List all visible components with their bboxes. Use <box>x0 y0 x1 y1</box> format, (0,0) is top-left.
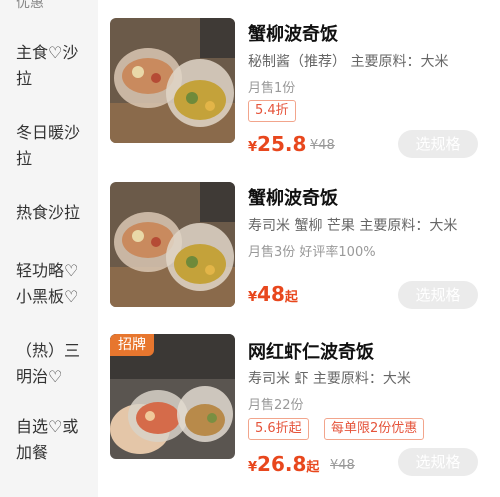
sidebar-item-label: 拉 <box>16 69 33 88</box>
select-spec-button[interactable]: 选规格 <box>398 130 478 158</box>
sidebar-item-winter-salad[interactable]: 冬日暖沙 拉 <box>0 120 98 172</box>
product-description: 寿司米 虾 主要原料：大米 <box>248 371 411 387</box>
product-list: 蟹柳波奇饭 秘制酱（推荐） 主要原料：大米 月售1份 5.4折 ¥25.8 ¥4… <box>98 0 500 497</box>
category-sidebar: 优惠 主食♡沙 拉 冬日暖沙 拉 热食沙拉 轻功略♡ 小黑板♡ （热）三 明治♡… <box>0 0 98 497</box>
product-title: 蟹柳波奇饭 <box>248 24 338 45</box>
sidebar-item-label: 明治♡ <box>16 367 63 386</box>
product-description: 寿司米 蟹柳 芒果 主要原料：大米 <box>248 218 458 234</box>
product-sales: 月售1份 <box>248 81 296 96</box>
sidebar-item-label: 小黑板♡ <box>16 287 79 306</box>
product-sales: 月售3份 好评率100% <box>248 245 376 260</box>
sidebar-item-partial[interactable]: 优惠 <box>0 0 98 16</box>
product-price: ¥48起 <box>248 282 298 306</box>
product-title: 网红虾仁波奇饭 <box>248 342 374 363</box>
original-price: ¥48 <box>310 138 335 153</box>
product-card[interactable]: 蟹柳波奇饭 寿司米 蟹柳 芒果 主要原料：大米 月售3份 好评率100% ¥48… <box>98 182 500 342</box>
sidebar-item-label: 拉 <box>16 149 33 168</box>
sidebar-item-label: 加餐 <box>16 443 49 462</box>
product-photo[interactable] <box>110 182 235 307</box>
discount-tag: 5.6折起 <box>248 418 309 440</box>
sidebar-item-staple-salad[interactable]: 主食♡沙 拉 <box>0 40 98 92</box>
signature-badge: 招牌 <box>110 334 154 356</box>
sidebar-item-custom[interactable]: 自选♡或 加餐 <box>0 414 98 466</box>
product-price: ¥25.8 <box>248 132 307 156</box>
sidebar-item-label: 主食♡沙 <box>16 43 79 62</box>
sidebar-item-hot-salad[interactable]: 热食沙拉 <box>0 200 98 226</box>
sidebar-item-sandwich[interactable]: （热）三 明治♡ <box>0 338 98 390</box>
discount-tag: 5.4折 <box>248 100 296 122</box>
sidebar-item-label: 自选♡或 <box>16 417 79 436</box>
product-photo[interactable]: 招牌 <box>110 334 235 459</box>
sidebar-item-label: 轻功略♡ <box>16 261 79 280</box>
sidebar-item-label: 热食沙拉 <box>16 203 81 222</box>
product-description: 秘制酱（推荐） 主要原料：大米 <box>248 54 449 70</box>
product-card[interactable]: 招牌 网红虾仁波奇饭 寿司米 虾 主要原料：大米 月售22份 5.6折起 每单限… <box>98 334 500 494</box>
original-price: ¥48 <box>330 458 355 473</box>
select-spec-button[interactable]: 选规格 <box>398 281 478 309</box>
sidebar-item-label: 优惠 <box>16 0 44 11</box>
sidebar-item-label: （热）三 <box>16 341 81 360</box>
product-sales: 月售22份 <box>248 398 304 413</box>
product-price: ¥26.8起 <box>248 452 320 476</box>
product-photo[interactable] <box>110 18 235 143</box>
sidebar-item-label: 冬日暖沙 <box>16 123 81 142</box>
sidebar-item-blackboard[interactable]: 轻功略♡ 小黑板♡ <box>0 258 98 310</box>
select-spec-button[interactable]: 选规格 <box>398 448 478 476</box>
product-title: 蟹柳波奇饭 <box>248 188 338 209</box>
limit-tag: 每单限2份优惠 <box>324 418 425 440</box>
product-card[interactable]: 蟹柳波奇饭 秘制酱（推荐） 主要原料：大米 月售1份 5.4折 ¥25.8 ¥4… <box>98 18 500 178</box>
